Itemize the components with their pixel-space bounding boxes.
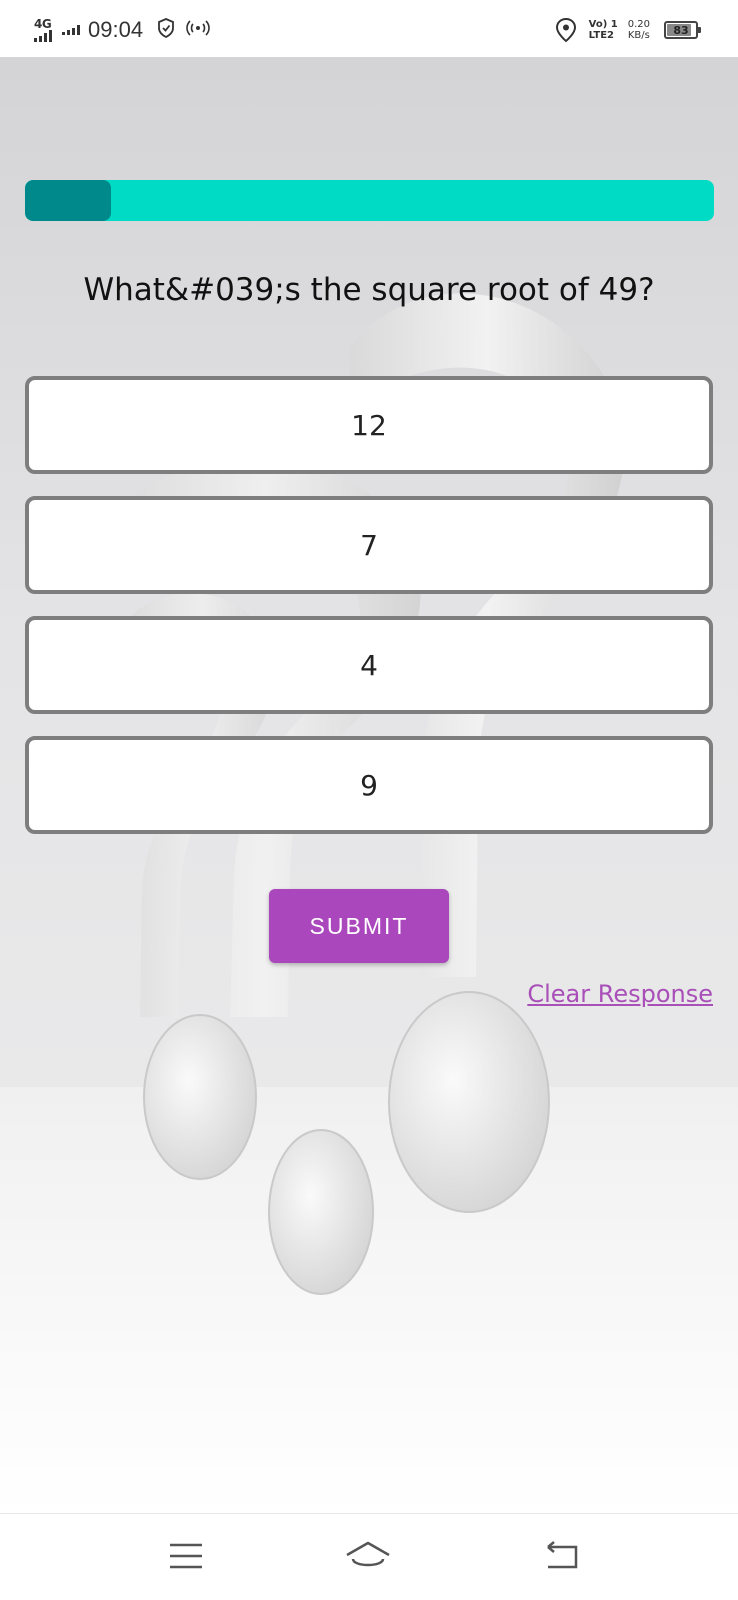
home-button[interactable] — [338, 1530, 398, 1586]
back-button[interactable] — [532, 1530, 592, 1586]
network-4g-indicator: 4G — [34, 18, 52, 42]
status-time: 09:04 — [88, 17, 144, 42]
volte-line1: Vo) 1 — [588, 19, 618, 30]
network-type-label: 4G — [34, 17, 52, 31]
answer-option-4[interactable]: 9 — [25, 736, 713, 834]
answer-option-2[interactable]: 7 — [25, 496, 713, 594]
answer-option-3[interactable]: 4 — [25, 616, 713, 714]
home-icon — [343, 1539, 393, 1577]
speed-unit: KB/s — [627, 30, 650, 41]
network-speed: 0.20 KB/s — [628, 19, 650, 41]
signal-bars-2-icon — [62, 25, 80, 35]
status-left: 4G 09:04 — [34, 14, 221, 46]
quiz-progress-bar — [25, 180, 714, 221]
app-root: 4G 09:04 Vo) 1 LTE2 0.20 KB/s 83 What&#0… — [0, 0, 738, 1600]
volte-indicator: Vo) 1 LTE2 — [589, 19, 618, 41]
menu-button[interactable] — [156, 1530, 216, 1586]
battery-level: 83 — [673, 23, 689, 37]
navigation-bar — [0, 1513, 738, 1600]
hotspot-icon — [185, 18, 211, 42]
signal-bars-icon — [34, 30, 52, 42]
location-icon — [555, 17, 577, 43]
status-right: Vo) 1 LTE2 0.20 KB/s 83 — [555, 14, 701, 46]
menu-icon — [168, 1541, 204, 1575]
back-icon — [542, 1541, 582, 1575]
battery-icon: 83 — [664, 21, 701, 39]
quiz-progress-fill — [25, 180, 112, 221]
volte-line2: LTE2 — [588, 30, 614, 41]
speed-value: 0.20 — [627, 19, 650, 30]
submit-button[interactable]: SUBMIT — [269, 889, 449, 963]
clear-response-link[interactable]: Clear Response — [527, 980, 713, 1008]
vpn-shield-icon — [157, 18, 175, 42]
answer-option-1[interactable]: 12 — [25, 376, 713, 474]
question-text: What&#039;s the square root of 49? — [83, 272, 655, 308]
status-bar: 4G 09:04 Vo) 1 LTE2 0.20 KB/s 83 — [0, 0, 738, 57]
